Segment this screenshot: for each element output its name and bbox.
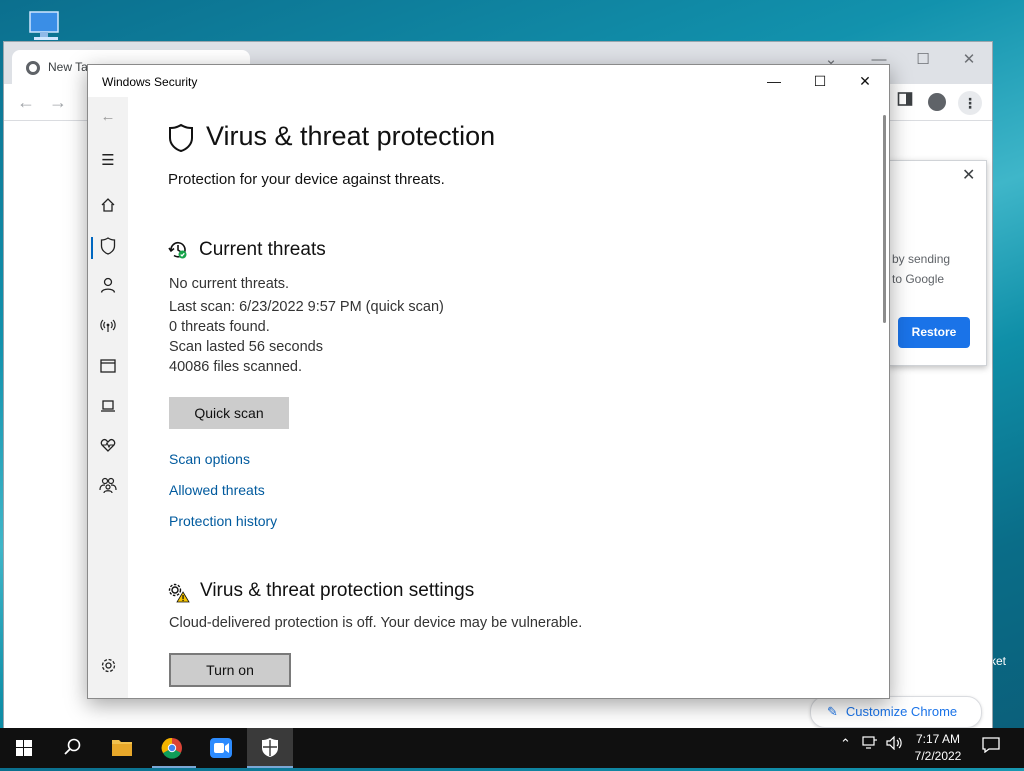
- restore-button[interactable]: Restore: [898, 317, 970, 348]
- threat-status: No current threats.: [169, 276, 290, 292]
- chrome-icon[interactable]: [148, 728, 196, 768]
- quick-scan-button[interactable]: Quick scan: [169, 397, 289, 429]
- desktop-label-fragment[interactable]: ket: [990, 654, 1006, 668]
- windows-security-taskbar-button[interactable]: [247, 728, 293, 768]
- device-health-heart-icon[interactable]: [96, 437, 120, 461]
- settings-gear-icon[interactable]: [96, 657, 120, 681]
- tab-title: New Ta: [48, 60, 88, 74]
- clock-time: 7:17 AM: [915, 732, 961, 746]
- last-scan-text: Last scan: 6/23/2022 9:57 PM (quick scan…: [169, 299, 444, 315]
- chrome-restore-popup: ✕ by sending to Google Restore: [888, 160, 987, 366]
- profile-avatar-icon[interactable]: [928, 93, 946, 111]
- current-threats-heading: Current threats: [199, 239, 326, 260]
- hamburger-menu-icon[interactable]: ☰: [96, 149, 120, 173]
- settings-warning-icon: [168, 583, 190, 603]
- taskbar: ⌃ 7:17 AM 7/2/2022: [0, 728, 1024, 768]
- window-title: Windows Security: [102, 75, 198, 89]
- scan-history-icon: [168, 242, 187, 259]
- popup-text-line-1: by sending: [892, 252, 951, 266]
- protection-settings-heading: Virus & threat protection settings: [200, 580, 475, 601]
- minimize-icon[interactable]: —: [762, 71, 786, 91]
- home-icon[interactable]: [96, 197, 120, 221]
- close-icon[interactable]: ✕: [956, 50, 982, 70]
- navigation-rail: ← ☰: [88, 97, 128, 698]
- popup-text-line-2: to Google: [892, 272, 945, 286]
- network-wireless-icon[interactable]: [96, 317, 120, 341]
- file-explorer-icon[interactable]: [98, 728, 146, 768]
- allowed-threats-link[interactable]: Allowed threats: [169, 482, 265, 498]
- app-browser-control-icon[interactable]: [96, 357, 120, 381]
- network-icon[interactable]: [862, 736, 878, 753]
- volume-icon[interactable]: [886, 735, 904, 753]
- selected-indicator: [91, 237, 93, 259]
- customize-chrome-button[interactable]: ✎ Customize Chrome: [810, 696, 982, 728]
- account-person-icon[interactable]: [96, 277, 120, 301]
- protection-history-link[interactable]: Protection history: [169, 513, 277, 529]
- back-arrow-icon[interactable]: ←: [96, 105, 120, 129]
- windows-security-window: Windows Security — ☐ ✕ ← ☰ Virus & threa…: [87, 64, 890, 699]
- show-hidden-icons-chevron-icon[interactable]: ⌃: [840, 736, 851, 752]
- device-security-laptop-icon[interactable]: [96, 397, 120, 421]
- customize-label: Customize Chrome: [845, 704, 958, 719]
- scan-options-link[interactable]: Scan options: [169, 451, 250, 467]
- vertical-scrollbar[interactable]: [883, 115, 886, 323]
- page-subtitle: Protection for your device against threa…: [168, 171, 445, 188]
- zoom-video-icon[interactable]: [197, 728, 245, 768]
- maximize-icon[interactable]: ☐: [910, 50, 936, 70]
- shield-icon[interactable]: [96, 237, 120, 261]
- action-center-icon[interactable]: [982, 737, 1000, 756]
- family-options-icon[interactable]: [96, 477, 120, 501]
- turn-on-button[interactable]: Turn on: [169, 653, 291, 687]
- scan-duration-text: Scan lasted 56 seconds: [169, 339, 323, 355]
- files-scanned-text: 40086 files scanned.: [169, 359, 303, 375]
- threats-found-text: 0 threats found.: [169, 319, 270, 335]
- shield-icon: [169, 123, 193, 153]
- back-arrow-icon[interactable]: ←: [16, 92, 36, 112]
- popup-message: by sending to Google: [892, 249, 984, 289]
- clock-date: 7/2/2022: [914, 749, 962, 763]
- desktop-computer-icon[interactable]: [26, 10, 66, 44]
- maximize-icon[interactable]: ☐: [808, 71, 832, 91]
- forward-arrow-icon[interactable]: →: [48, 92, 68, 112]
- page-title: Virus & threat protection: [206, 121, 496, 151]
- start-windows-icon[interactable]: [0, 728, 48, 768]
- side-panel-icon[interactable]: [893, 91, 917, 115]
- search-icon[interactable]: [48, 728, 96, 768]
- pencil-icon: ✎: [827, 704, 838, 719]
- cloud-protection-warning: Cloud-delivered protection is off. Your …: [169, 615, 583, 631]
- chrome-menu-icon[interactable]: ⋮: [958, 91, 982, 115]
- clock[interactable]: 7:17 AM 7/2/2022: [906, 731, 970, 765]
- popup-close-icon[interactable]: ✕: [962, 165, 975, 185]
- chrome-icon: [26, 61, 40, 75]
- close-icon[interactable]: ✕: [853, 71, 877, 91]
